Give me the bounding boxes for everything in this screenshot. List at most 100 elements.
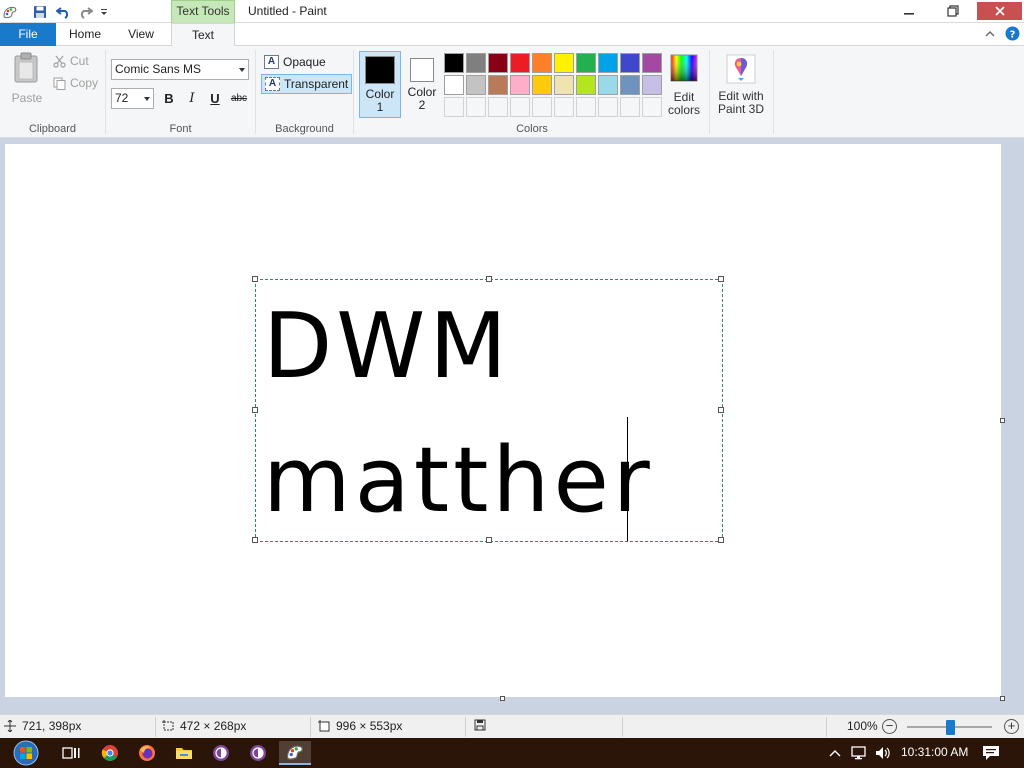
minimize-button[interactable] bbox=[888, 2, 930, 20]
cut-button[interactable]: Cut bbox=[53, 54, 89, 68]
palette-color-swatch[interactable] bbox=[554, 53, 574, 73]
palette-color-swatch[interactable] bbox=[510, 75, 530, 95]
palette-color-swatch[interactable] bbox=[532, 53, 552, 73]
text-line-1: DWM bbox=[263, 294, 511, 399]
taskbar: 10:31:00 AM bbox=[0, 738, 1024, 768]
edit-colors-button[interactable]: Edit colors bbox=[664, 54, 704, 117]
taskbar-chrome[interactable] bbox=[94, 741, 126, 765]
show-hidden-icons-button[interactable] bbox=[829, 747, 841, 761]
action-center-icon[interactable] bbox=[982, 745, 1000, 764]
italic-button[interactable]: I bbox=[183, 90, 201, 108]
custom-color-slot[interactable] bbox=[466, 97, 486, 117]
opaque-option[interactable]: A Opaque bbox=[261, 52, 329, 72]
zoom-slider-thumb[interactable] bbox=[946, 720, 955, 735]
zoom-out-button[interactable]: − bbox=[882, 719, 897, 734]
custom-color-slot[interactable] bbox=[554, 97, 574, 117]
color1-button[interactable]: Color 1 bbox=[359, 51, 401, 118]
palette-color-swatch[interactable] bbox=[576, 53, 596, 73]
ribbon-tab-row: File Home View Text ? bbox=[0, 23, 1024, 47]
palette-color-swatch[interactable] bbox=[444, 75, 464, 95]
color2-button[interactable]: Color 2 bbox=[403, 51, 441, 118]
resize-handle-top-left[interactable] bbox=[252, 276, 258, 282]
taskbar-firefox[interactable] bbox=[131, 741, 163, 765]
drawing-canvas[interactable]: DWM matther bbox=[5, 144, 1001, 697]
tab-file[interactable]: File bbox=[0, 23, 56, 46]
palette-color-swatch[interactable] bbox=[598, 75, 618, 95]
custom-color-slot[interactable] bbox=[576, 97, 596, 117]
canvas-size: 996 × 553px bbox=[318, 719, 402, 733]
palette-color-swatch[interactable] bbox=[444, 53, 464, 73]
palette-color-swatch[interactable] bbox=[488, 53, 508, 73]
task-view-button[interactable] bbox=[55, 741, 87, 765]
volume-icon[interactable] bbox=[874, 745, 892, 764]
undo-icon[interactable] bbox=[54, 3, 72, 20]
transparent-option[interactable]: A Transparent bbox=[261, 74, 353, 94]
resize-handle-bottom[interactable] bbox=[486, 537, 492, 543]
taskbar-tor-browser-2[interactable] bbox=[242, 741, 274, 765]
palette-color-swatch[interactable] bbox=[642, 75, 662, 95]
custom-color-slot[interactable] bbox=[620, 97, 640, 117]
status-divider bbox=[622, 717, 623, 737]
custom-color-slot[interactable] bbox=[488, 97, 508, 117]
palette-color-swatch[interactable] bbox=[532, 75, 552, 95]
tab-text[interactable]: Text bbox=[171, 23, 235, 47]
customize-quick-access-icon[interactable] bbox=[95, 3, 113, 20]
resize-handle-bottom-left[interactable] bbox=[252, 537, 258, 543]
resize-handle-top-right[interactable] bbox=[718, 276, 724, 282]
custom-color-slot[interactable] bbox=[510, 97, 530, 117]
zoom-in-button[interactable]: + bbox=[1004, 719, 1019, 734]
folder-icon bbox=[176, 748, 192, 759]
palette-color-swatch[interactable] bbox=[620, 75, 640, 95]
underline-button[interactable]: U bbox=[206, 90, 224, 108]
custom-color-slot[interactable] bbox=[532, 97, 552, 117]
strikethrough-button[interactable]: abc bbox=[229, 90, 249, 108]
resize-handle-right[interactable] bbox=[718, 407, 724, 413]
palette-color-swatch[interactable] bbox=[466, 75, 486, 95]
font-family-select[interactable]: Comic Sans MS bbox=[111, 59, 249, 80]
edit-with-paint3d-button[interactable]: Edit with Paint 3D bbox=[714, 54, 768, 116]
canvas-resize-handle-corner[interactable] bbox=[1000, 696, 1005, 701]
palette-color-swatch[interactable] bbox=[598, 53, 618, 73]
palette-color-swatch[interactable] bbox=[576, 75, 596, 95]
tab-view[interactable]: View bbox=[116, 23, 166, 46]
palette-color-swatch[interactable] bbox=[620, 53, 640, 73]
custom-color-slot[interactable] bbox=[444, 97, 464, 117]
font-group-label: Font bbox=[169, 123, 192, 135]
color1-label-b: 1 bbox=[376, 100, 384, 114]
font-size-select[interactable]: 72 bbox=[111, 88, 154, 109]
resize-handle-bottom-right[interactable] bbox=[718, 537, 724, 543]
cursor-position: 721, 398px bbox=[4, 719, 81, 733]
paint-app-icon[interactable] bbox=[1, 3, 19, 20]
custom-color-slot[interactable] bbox=[598, 97, 618, 117]
paste-button[interactable]: Paste bbox=[7, 52, 47, 105]
palette-color-swatch[interactable] bbox=[466, 53, 486, 73]
start-button[interactable] bbox=[6, 740, 46, 766]
tab-home[interactable]: Home bbox=[60, 23, 110, 46]
palette-color-swatch[interactable] bbox=[510, 53, 530, 73]
palette-color-swatch[interactable] bbox=[554, 75, 574, 95]
redo-icon[interactable] bbox=[76, 3, 94, 20]
help-icon[interactable]: ? bbox=[1005, 26, 1020, 44]
save-icon[interactable] bbox=[31, 3, 49, 20]
bold-button[interactable]: B bbox=[160, 90, 178, 108]
paint3d-icon bbox=[726, 54, 756, 84]
custom-color-slot[interactable] bbox=[642, 97, 662, 117]
resize-handle-top[interactable] bbox=[486, 276, 492, 282]
restore-button[interactable] bbox=[932, 2, 974, 20]
taskbar-paint[interactable] bbox=[279, 741, 311, 765]
canvas-resize-handle-right[interactable] bbox=[1000, 418, 1005, 423]
close-button[interactable] bbox=[977, 2, 1022, 20]
minimize-ribbon-icon[interactable] bbox=[985, 28, 995, 42]
canvas-resize-handle-bottom[interactable] bbox=[500, 696, 505, 701]
taskbar-tor-browser[interactable] bbox=[205, 741, 237, 765]
status-divider bbox=[465, 717, 466, 737]
resize-handle-left[interactable] bbox=[252, 407, 258, 413]
scissors-icon bbox=[53, 55, 66, 68]
palette-color-swatch[interactable] bbox=[642, 53, 662, 73]
taskbar-clock[interactable]: 10:31:00 AM bbox=[901, 745, 968, 759]
palette-color-swatch[interactable] bbox=[488, 75, 508, 95]
copy-button[interactable]: Copy bbox=[53, 76, 98, 90]
text-box[interactable]: DWM matther bbox=[252, 276, 724, 543]
network-icon[interactable] bbox=[850, 745, 868, 764]
taskbar-file-explorer[interactable] bbox=[168, 741, 200, 765]
